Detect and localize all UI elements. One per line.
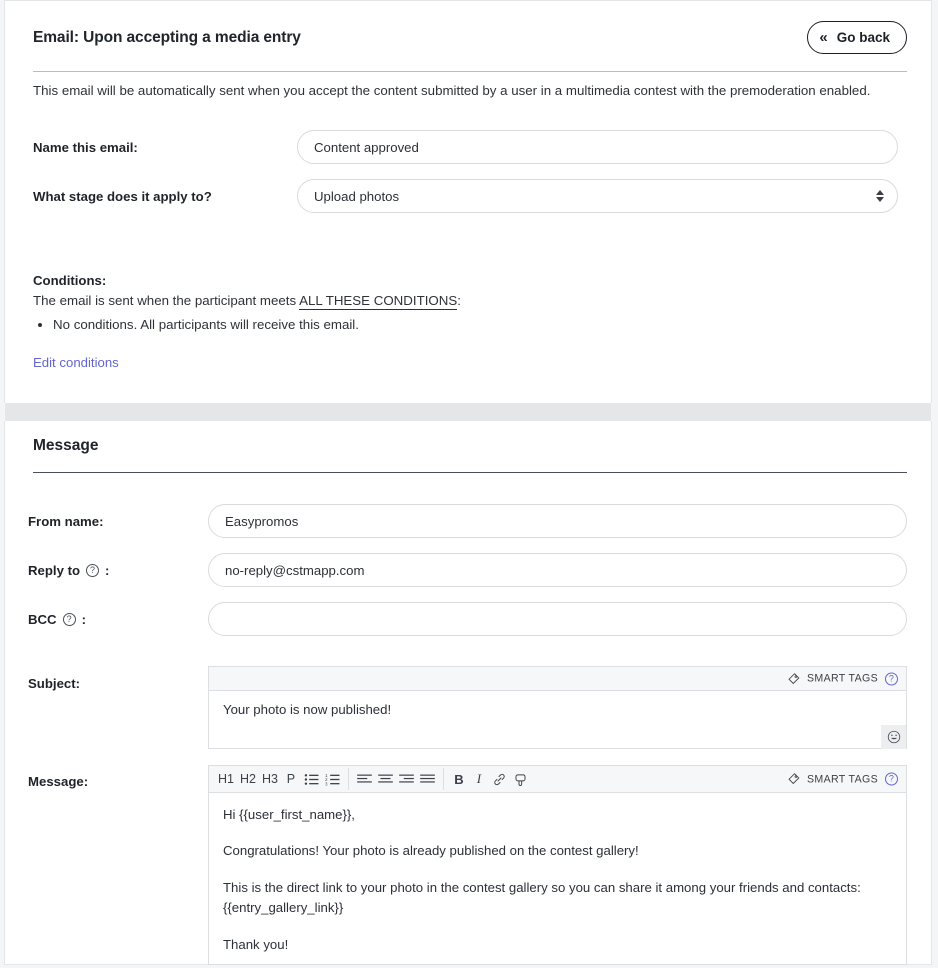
help-icon[interactable]: ? xyxy=(86,564,100,577)
reply-to-input[interactable]: no-reply@cstmapp.com xyxy=(208,553,907,587)
reply-to-label-text: Reply to xyxy=(28,563,81,578)
conditions-list: No conditions. All participants will rec… xyxy=(33,315,359,335)
unlink-icon xyxy=(515,773,526,786)
heading-1-button[interactable]: H1 xyxy=(215,768,237,790)
bcc-label-suffix: : xyxy=(81,612,86,627)
message-toolbar: H1 H2 H3 P 1 2 3 B I SMART TAGS ? xyxy=(209,766,906,793)
message-paragraph: Hi {{user_first_name}}, xyxy=(223,807,355,822)
header-divider xyxy=(33,71,907,72)
from-name-label: From name: xyxy=(28,514,104,529)
bcc-label-text: BCC xyxy=(28,612,57,627)
reply-to-label: Reply to ? : xyxy=(28,563,109,578)
help-icon[interactable]: ? xyxy=(62,613,76,626)
svg-text:3: 3 xyxy=(325,781,328,786)
name-email-input[interactable]: Content approved xyxy=(297,130,898,164)
conditions-sentence-prefix: The email is sent when the participant m… xyxy=(33,293,300,308)
stage-select[interactable]: Upload photos xyxy=(297,179,898,213)
toolbar-separator xyxy=(442,768,444,790)
page-description: This email will be automatically sent wh… xyxy=(33,83,871,98)
stage-label: What stage does it apply to? xyxy=(33,189,212,204)
heading-2-button[interactable]: H2 xyxy=(237,768,259,790)
tag-icon xyxy=(788,672,800,684)
align-center-icon xyxy=(378,774,393,783)
editor-toolbar-buttons: H1 H2 H3 P 1 2 3 B I xyxy=(209,766,531,792)
smart-tags-label: SMART TAGS xyxy=(806,672,878,685)
help-icon[interactable]: ? xyxy=(885,772,898,786)
numbered-list-icon: 1 2 3 xyxy=(325,773,340,786)
italic-button[interactable]: I xyxy=(469,768,489,790)
align-left-button[interactable] xyxy=(354,768,375,790)
bcc-input[interactable] xyxy=(208,602,907,636)
subject-label: Subject: xyxy=(28,676,81,691)
edit-conditions-link[interactable]: Edit conditions xyxy=(33,355,119,370)
message-paragraph: This is the direct link to your photo in… xyxy=(223,879,861,916)
chevron-updown-icon xyxy=(875,188,884,204)
go-back-button[interactable]: « Go back xyxy=(807,21,907,54)
page-header: Email: Upon accepting a media entry « Go… xyxy=(29,17,907,72)
subject-toolbar: SMART TAGS ? xyxy=(209,667,906,691)
reply-to-value: no-reply@cstmapp.com xyxy=(225,562,365,578)
subject-value: Your photo is now published! xyxy=(223,702,392,717)
subject-editor: SMART TAGS ? Your photo is now published… xyxy=(208,666,907,749)
stage-selected-value: Upload photos xyxy=(314,188,400,204)
heading-3-button[interactable]: H3 xyxy=(259,768,281,790)
message-input-area[interactable]: Hi {{user_first_name}}, Congratulations!… xyxy=(209,793,906,955)
emoji-picker-button[interactable] xyxy=(881,725,906,749)
unlink-button[interactable] xyxy=(510,768,531,790)
name-email-label: Name this email: xyxy=(33,140,138,155)
emoji-smiley-icon xyxy=(887,730,900,744)
align-center-button[interactable] xyxy=(375,768,396,790)
name-email-value: Content approved xyxy=(314,139,419,155)
message-paragraph: Thank you! xyxy=(223,936,289,952)
conditions-sentence-suffix: : xyxy=(457,293,461,308)
help-icon[interactable]: ? xyxy=(885,672,898,685)
reply-to-label-suffix: : xyxy=(105,563,110,578)
message-label: Message: xyxy=(28,774,89,789)
message-editor: H1 H2 H3 P 1 2 3 B I SMART TAGS ? Hi {{u… xyxy=(208,765,907,965)
list-item: No conditions. All participants will rec… xyxy=(53,315,359,335)
align-left-icon xyxy=(357,774,372,783)
bullet-list-icon xyxy=(304,773,319,785)
conditions-sentence-emphasis: ALL THESE CONDITIONS xyxy=(299,293,458,310)
align-justify-icon xyxy=(420,774,435,783)
paragraph-button[interactable]: P xyxy=(281,768,301,790)
from-name-input[interactable]: Easypromos xyxy=(208,504,907,538)
smart-tags-button[interactable]: SMART TAGS ? xyxy=(787,672,898,685)
message-paragraph: Congratulations! Your photo is already p… xyxy=(223,843,639,859)
bcc-label: BCC ? : xyxy=(28,612,86,627)
bold-button[interactable]: B xyxy=(449,768,469,790)
conditions-sentence: The email is sent when the participant m… xyxy=(33,293,461,310)
align-justify-button[interactable] xyxy=(417,768,438,790)
numbered-list-button[interactable]: 1 2 3 xyxy=(322,768,343,790)
conditions-title: Conditions: xyxy=(33,273,107,288)
subject-input-area[interactable]: Your photo is now published! xyxy=(209,691,906,749)
go-back-label: Go back xyxy=(836,30,890,45)
from-name-value: Easypromos xyxy=(225,513,299,529)
tag-icon xyxy=(788,773,800,785)
align-right-button[interactable] xyxy=(396,768,417,790)
section-separator-band xyxy=(5,403,931,421)
email-details-panel: Email: Upon accepting a media entry « Go… xyxy=(4,0,932,403)
bullet-list-button[interactable] xyxy=(301,768,322,790)
double-chevron-left-icon: « xyxy=(819,29,828,46)
link-icon xyxy=(494,773,505,785)
align-right-icon xyxy=(399,774,414,783)
message-section-title: Message xyxy=(33,437,99,454)
page-title: Email: Upon accepting a media entry xyxy=(33,29,301,46)
toolbar-separator xyxy=(347,768,349,790)
insert-link-button[interactable] xyxy=(489,768,510,790)
message-section-divider xyxy=(33,472,907,473)
email-settings-page: Email: Upon accepting a media entry « Go… xyxy=(0,0,938,968)
smart-tags-button[interactable]: SMART TAGS ? xyxy=(787,772,898,786)
smart-tags-label: SMART TAGS xyxy=(806,773,878,785)
